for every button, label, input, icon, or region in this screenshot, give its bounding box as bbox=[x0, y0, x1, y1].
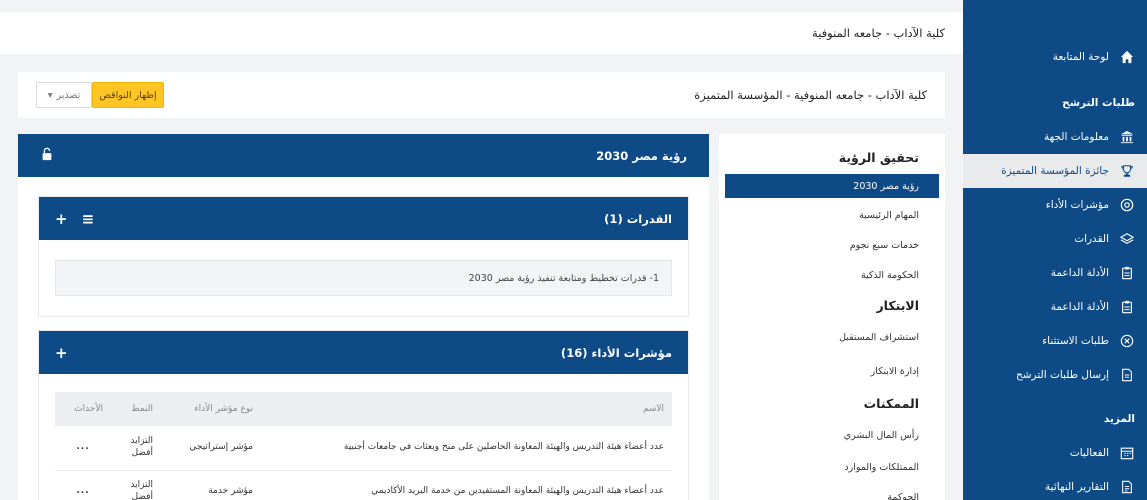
sidebar-item-send-requests[interactable]: إرسال طلبات الترشح bbox=[963, 358, 1147, 392]
sidebar-item-capabilities[interactable]: القدرات bbox=[963, 222, 1147, 256]
kpis-table: الاسم نوع مؤشر الأداء النمط الأحداث عدد … bbox=[55, 392, 672, 500]
sidebar-item-label: الأدلة الداعمة bbox=[1050, 301, 1109, 313]
capabilities-title: القدرات (1) bbox=[604, 211, 672, 226]
row-actions-button[interactable]: ... bbox=[55, 426, 111, 471]
sidebar-item-supporting-evidence-1[interactable]: الأدلة الداعمة bbox=[963, 256, 1147, 290]
sidebar-item-label: إرسال طلبات الترشح bbox=[1015, 369, 1109, 381]
kpi-name: عدد أعضاء هيئة التدريس والهيئة المعاونة … bbox=[261, 470, 672, 500]
nav-item-assets-resources[interactable]: الممتلكات والموارد bbox=[719, 452, 945, 482]
criteria-nav: تحقيق الرؤية رؤية مصر 2030 المهام الرئيس… bbox=[719, 134, 945, 500]
sidebar: لوحة المتابعة طلبات الترشح معلومات الجهة… bbox=[963, 0, 1147, 500]
sidebar-item-entity-info[interactable]: معلومات الجهة bbox=[963, 120, 1147, 154]
nav-item-human-capital[interactable]: رأس المال البشري bbox=[719, 418, 945, 452]
table-row: عدد أعضاء هيئة التدريس والهيئة المعاونة … bbox=[55, 426, 672, 471]
nav-item-governance[interactable]: الحوكمة bbox=[719, 482, 945, 500]
show-missing-button[interactable]: إظهار النواقص bbox=[92, 82, 164, 108]
sidebar-item-label: طلبات الاستثناء bbox=[1042, 335, 1109, 347]
circle-x-icon bbox=[1119, 333, 1135, 349]
trophy-icon bbox=[1119, 163, 1135, 179]
sidebar-item-label: معلومات الجهة bbox=[1044, 131, 1109, 143]
kpi-pattern: التزايد أفضل bbox=[111, 470, 161, 500]
sidebar-item-exception-requests[interactable]: طلبات الاستثناء bbox=[963, 324, 1147, 358]
kpi-pattern: التزايد أفضل bbox=[111, 426, 161, 471]
add-icon[interactable]: + bbox=[55, 210, 68, 228]
page-actions: ▾ تصدير إظهار النواقص bbox=[36, 82, 164, 108]
sidebar-item-dashboard[interactable]: لوحة المتابعة bbox=[963, 40, 1147, 74]
sidebar-item-kpis[interactable]: مؤشرات الأداء bbox=[963, 188, 1147, 222]
clipboard-icon bbox=[1119, 265, 1135, 281]
nav-item-main-tasks[interactable]: المهام الرئيسية bbox=[719, 200, 945, 230]
nav-heading-innovation: الابتكار bbox=[876, 297, 919, 313]
export-label: تصدير bbox=[56, 89, 81, 101]
table-header-row: الاسم نوع مؤشر الأداء النمط الأحداث bbox=[55, 392, 672, 426]
sidebar-item-label: مؤشرات الأداء bbox=[1045, 199, 1109, 211]
sidebar-item-label: الأدلة الداعمة bbox=[1050, 267, 1109, 279]
nav-heading-vision: تحقيق الرؤية bbox=[838, 149, 919, 165]
capabilities-tools: + ≡ bbox=[55, 210, 94, 228]
dashboard-gauge-icon bbox=[1119, 197, 1135, 213]
nav-heading-enablers: الممكنات bbox=[863, 395, 919, 411]
nav-item-seven-star-services[interactable]: خدمات سبع نجوم bbox=[719, 230, 945, 260]
kpi-type: مؤشر خدمة bbox=[161, 470, 261, 500]
kpis-card: مؤشرات الأداء (16) + الاسم نوع مؤشر الأد… bbox=[38, 330, 689, 500]
capabilities-header: القدرات (1) + ≡ bbox=[39, 197, 688, 240]
sidebar-item-excellent-institution-award[interactable]: جائزة المؤسسة المتميزة bbox=[963, 154, 1147, 188]
clipboard-icon bbox=[1119, 299, 1135, 315]
kpis-header: مؤشرات الأداء (16) + bbox=[39, 331, 688, 374]
layers-icon bbox=[1119, 231, 1135, 247]
nav-item-innovation-management[interactable]: إدارة الابتكار bbox=[719, 354, 945, 388]
unlock-icon[interactable] bbox=[40, 147, 54, 164]
kpi-name: عدد أعضاء هيئة التدريس والهيئة المعاونة … bbox=[261, 426, 672, 471]
vision-header: رؤية مصر 2030 bbox=[18, 134, 709, 177]
page-title: كلية الآداب - جامعه المنوفية - المؤسسة ا… bbox=[694, 88, 927, 102]
home-icon bbox=[1119, 49, 1135, 65]
capability-row[interactable]: 1- قدرات تخطيط ومتابعة تنفيذ رؤية مصر 20… bbox=[55, 260, 672, 296]
sidebar-section-requests: طلبات الترشح bbox=[1062, 97, 1135, 109]
export-button[interactable]: ▾ تصدير bbox=[36, 82, 92, 108]
nav-item-smart-government[interactable]: الحكومة الذكية bbox=[719, 260, 945, 290]
sidebar-item-label: القدرات bbox=[1074, 233, 1109, 245]
main-content: رؤية مصر 2030 القدرات (1) + ≡ 1- قدرات ت… bbox=[18, 134, 709, 500]
sidebar-item-label: لوحة المتابعة bbox=[1052, 51, 1109, 63]
table-row: عدد أعضاء هيئة التدريس والهيئة المعاونة … bbox=[55, 470, 672, 500]
institution-icon bbox=[1119, 129, 1135, 145]
column-kpi-type: نوع مؤشر الأداء bbox=[161, 392, 261, 426]
sidebar-item-events[interactable]: الفعاليات bbox=[963, 436, 1147, 470]
sidebar-item-label: التقارير النهائية bbox=[1045, 481, 1109, 493]
document-send-icon bbox=[1119, 367, 1135, 383]
top-header: كلية الآداب - جامعه المنوفية bbox=[0, 12, 963, 54]
column-actions: الأحداث bbox=[55, 392, 111, 426]
add-icon[interactable]: + bbox=[55, 344, 68, 362]
org-title: كلية الآداب - جامعه المنوفية bbox=[812, 26, 945, 40]
kpis-tools: + bbox=[55, 344, 68, 362]
menu-icon[interactable]: ≡ bbox=[82, 210, 95, 228]
row-actions-button[interactable]: ... bbox=[55, 470, 111, 500]
kpis-title: مؤشرات الأداء (16) bbox=[560, 345, 672, 360]
sidebar-item-final-reports[interactable]: التقارير النهائية bbox=[963, 470, 1147, 500]
sidebar-item-supporting-evidence-2[interactable]: الأدلة الداعمة bbox=[963, 290, 1147, 324]
calendar-icon bbox=[1119, 445, 1135, 461]
column-pattern: النمط bbox=[111, 392, 161, 426]
sidebar-section-more: المزيد bbox=[1103, 413, 1135, 425]
chevron-down-icon: ▾ bbox=[47, 89, 53, 101]
sidebar-item-label: الفعاليات bbox=[1069, 447, 1109, 459]
kpi-type: مؤشر إستراتيجي bbox=[161, 426, 261, 471]
column-name: الاسم bbox=[261, 392, 672, 426]
nav-item-future-foresight[interactable]: استشراف المستقبل bbox=[719, 320, 945, 354]
nav-item-egypt-vision-2030[interactable]: رؤية مصر 2030 bbox=[725, 174, 939, 198]
report-icon bbox=[1119, 479, 1135, 495]
page-title-bar: كلية الآداب - جامعه المنوفية - المؤسسة ا… bbox=[18, 72, 945, 118]
sidebar-item-label: جائزة المؤسسة المتميزة bbox=[1001, 165, 1109, 177]
vision-title: رؤية مصر 2030 bbox=[596, 148, 687, 163]
capabilities-card: القدرات (1) + ≡ 1- قدرات تخطيط ومتابعة ت… bbox=[38, 196, 689, 317]
